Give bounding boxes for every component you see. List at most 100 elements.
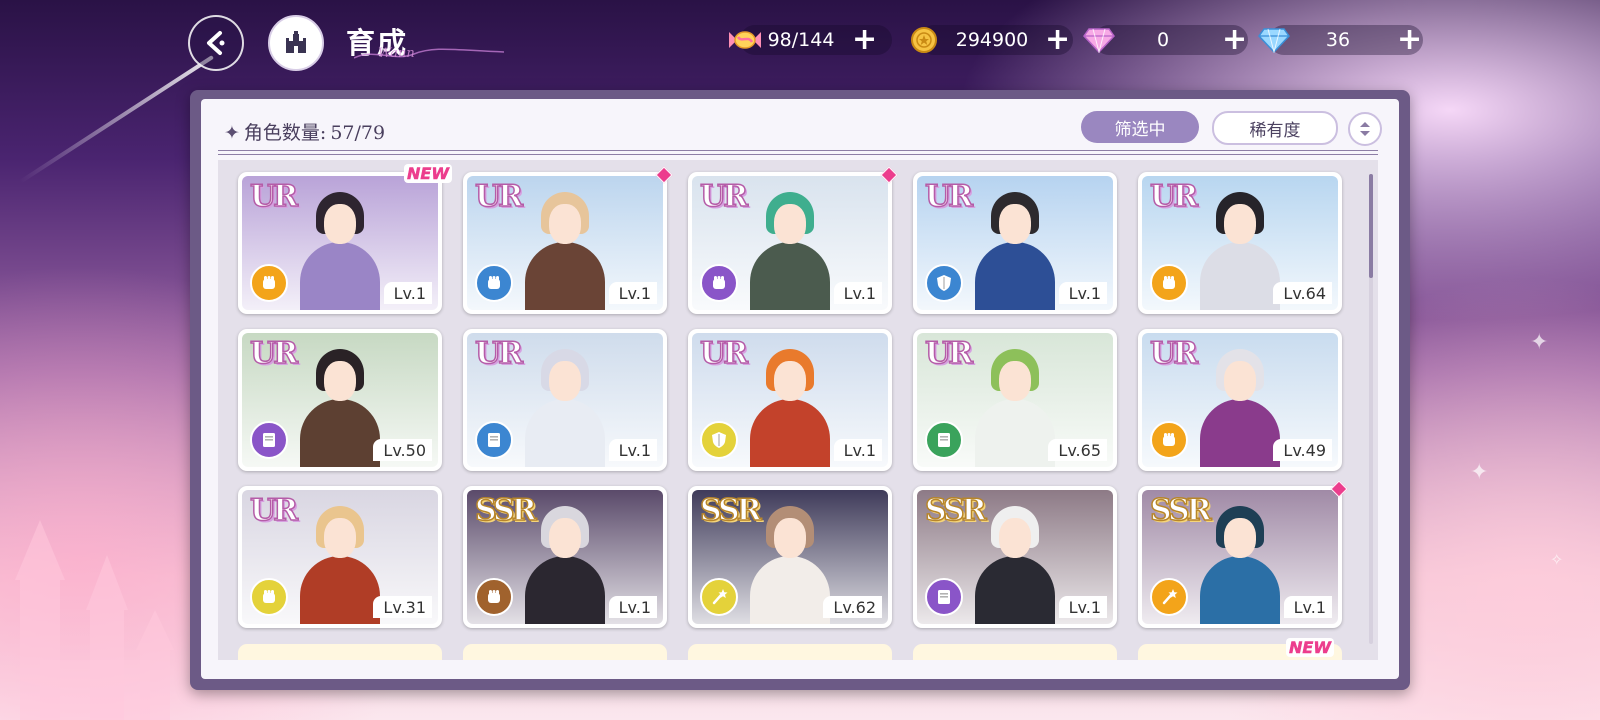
title-flourish-decoration <box>354 48 504 59</box>
character-card[interactable]: UR Lv.65 <box>913 329 1117 471</box>
character-figure <box>745 192 835 310</box>
character-card[interactable]: UR Lv.1 <box>688 166 898 314</box>
rarity-badge: SSR <box>474 493 537 528</box>
sparkle-icon: ✦ <box>1530 330 1549 355</box>
candy-count: 98/144 <box>767 29 835 51</box>
character-card[interactable]: UR Lv.1 <box>463 166 673 314</box>
character-card[interactable]: SSR Lv.1 <box>913 486 1117 628</box>
level-label: Lv.1 <box>608 596 657 618</box>
grid-scrollbar[interactable] <box>1369 174 1373 644</box>
character-card-partial[interactable] <box>238 644 442 660</box>
level-label: Lv.65 <box>1048 439 1107 461</box>
character-count-label: 角色数量: <box>243 122 327 144</box>
blue-gem-count: 36 <box>1325 29 1351 51</box>
sparkle-icon: ✦ <box>224 122 240 144</box>
character-figure <box>520 349 610 467</box>
rarity-badge: UR <box>249 336 299 371</box>
character-card[interactable]: SSR Lv.1 <box>1138 480 1348 628</box>
resource-gold: 294900 + <box>905 25 1075 55</box>
character-card[interactable]: SSR Lv.62 <box>688 486 892 628</box>
level-label: Lv.1 <box>1058 282 1107 304</box>
level-label: Lv.62 <box>823 596 882 618</box>
character-card[interactable]: UR Lv.31 <box>238 486 442 628</box>
level-label: Lv.31 <box>373 596 432 618</box>
rarity-badge: SSR <box>699 493 762 528</box>
character-portrait: SSR Lv.1 <box>917 490 1113 624</box>
character-portrait: UR Lv.1 <box>242 176 438 310</box>
character-card-partial[interactable] <box>688 644 892 660</box>
sort-rarity-button[interactable]: 稀有度 <box>1212 111 1338 145</box>
character-card[interactable]: UR Lv.1 <box>913 172 1117 314</box>
sort-order-button[interactable] <box>1348 112 1382 146</box>
resource-blue-gem: 36 + <box>1255 25 1425 55</box>
level-label: Lv.64 <box>1273 282 1332 304</box>
character-figure <box>295 192 385 310</box>
character-card[interactable]: UR Lv.1 <box>688 329 892 471</box>
character-card[interactable]: UR Lv.1 NEW <box>238 164 452 314</box>
character-card-partial[interactable] <box>463 644 667 660</box>
character-figure <box>970 349 1060 467</box>
back-button[interactable] <box>188 15 244 71</box>
back-arrow-icon <box>207 31 225 55</box>
rarity-badge: UR <box>474 336 524 371</box>
add-candy-button[interactable]: + <box>852 25 877 55</box>
character-card-partial[interactable] <box>913 644 1117 660</box>
level-label: Lv.1 <box>608 282 657 304</box>
book-icon <box>925 578 963 616</box>
character-portrait: UR Lv.1 <box>692 333 888 467</box>
rarity-badge: UR <box>1149 179 1199 214</box>
filter-button[interactable]: 筛选中 <box>1081 111 1199 143</box>
character-card[interactable]: UR Lv.64 <box>1138 172 1342 314</box>
character-portrait: SSR Lv.62 <box>692 490 888 624</box>
add-pink-gem-button[interactable]: + <box>1222 25 1247 55</box>
header-divider <box>218 150 1378 155</box>
character-figure <box>520 192 610 310</box>
shield-icon <box>925 264 963 302</box>
add-gold-button[interactable]: + <box>1045 25 1070 55</box>
resource-pink-gem: 0 + <box>1080 25 1250 55</box>
rarity-badge: UR <box>924 336 974 371</box>
home-button[interactable] <box>268 15 324 71</box>
character-portrait: UR Lv.1 <box>917 176 1113 310</box>
scrollbar-thumb[interactable] <box>1369 174 1373 278</box>
fist-icon <box>475 578 513 616</box>
book-icon <box>925 421 963 459</box>
new-badge: NEW <box>404 164 452 183</box>
level-label: Lv.1 <box>608 439 657 461</box>
fist-icon <box>250 578 288 616</box>
gold-coin-icon <box>905 25 943 55</box>
character-portrait: SSR Lv.1 <box>467 490 663 624</box>
shield-icon <box>700 421 738 459</box>
character-card[interactable]: SSR Lv.1 <box>463 486 667 628</box>
rarity-badge: SSR <box>924 493 987 528</box>
pink-gem-count: 0 <box>1156 29 1170 51</box>
rarity-badge: UR <box>249 179 299 214</box>
character-count: ✦ 角色数量: 57/79 <box>224 118 385 145</box>
pink-gem-icon <box>1080 25 1118 55</box>
level-label: Lv.1 <box>833 439 882 461</box>
level-label: Lv.1 <box>1283 596 1332 618</box>
gold-amount: 294900 <box>955 29 1029 51</box>
book-icon <box>250 421 288 459</box>
fist-icon <box>250 264 288 302</box>
rarity-badge: UR <box>1149 336 1199 371</box>
character-card[interactable]: UR Lv.50 <box>238 329 442 471</box>
character-card-partial[interactable]: NEW <box>1138 638 1342 660</box>
rarity-badge: UR <box>249 493 299 528</box>
character-portrait: UR Lv.31 <box>242 490 438 624</box>
rarity-badge: UR <box>924 179 974 214</box>
level-label: Lv.1 <box>833 282 882 304</box>
fist-icon <box>475 264 513 302</box>
fist-icon <box>1150 421 1188 459</box>
wand-icon <box>700 578 738 616</box>
level-label: Lv.49 <box>1273 439 1332 461</box>
candy-icon <box>726 25 764 55</box>
sparkle-icon: ✦ <box>1470 460 1489 485</box>
character-figure <box>295 506 385 624</box>
book-icon <box>475 421 513 459</box>
character-grid: UR Lv.1 NEW UR Lv.1 UR Lv.1 UR Lv.1 UR Lv.64 UR Lv.5… <box>218 160 1378 660</box>
rarity-badge: UR <box>474 179 524 214</box>
add-blue-gem-button[interactable]: + <box>1397 25 1422 55</box>
character-card[interactable]: UR Lv.49 <box>1138 329 1342 471</box>
character-card[interactable]: UR Lv.1 <box>463 329 667 471</box>
